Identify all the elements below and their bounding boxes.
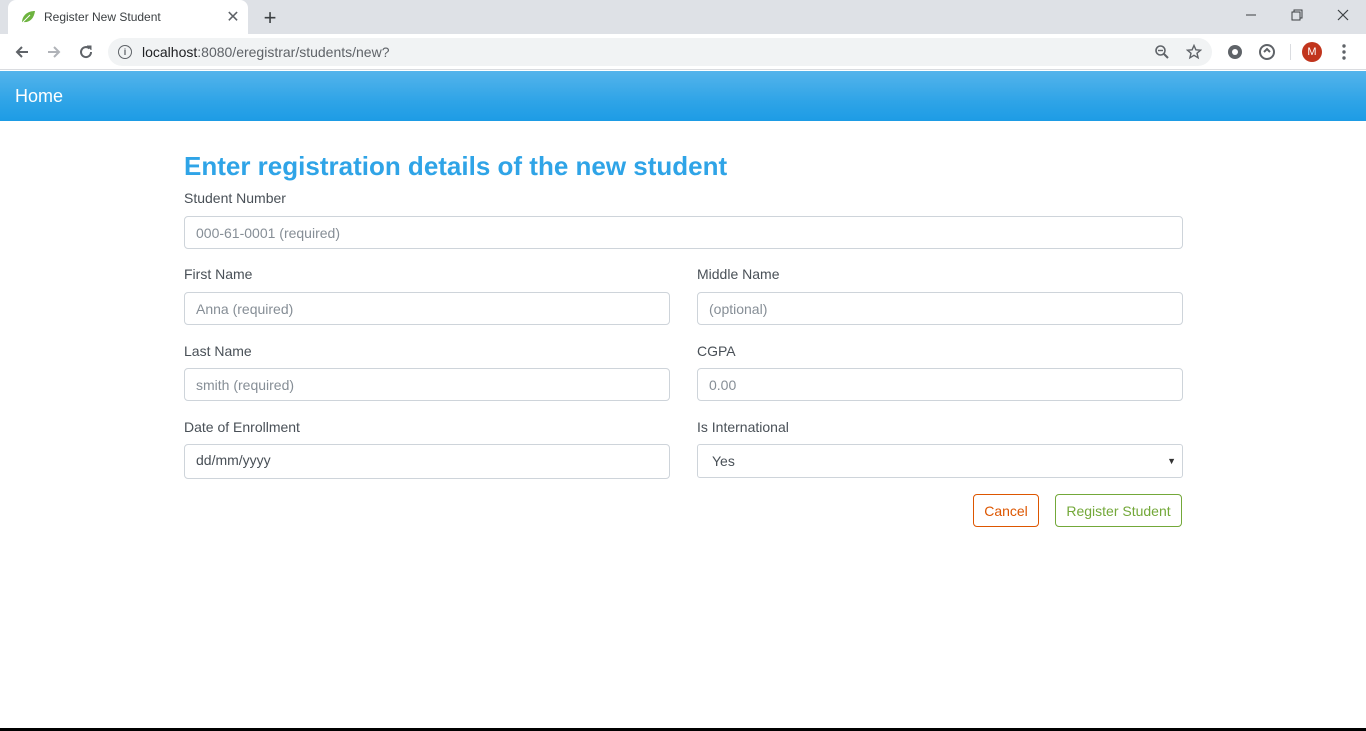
address-bar[interactable]: i localhost:8080/eregistrar/students/new…	[108, 38, 1212, 66]
browser-toolbar: i localhost:8080/eregistrar/students/new…	[0, 34, 1366, 70]
enrollment-date-label: Date of Enrollment	[184, 419, 300, 435]
cancel-button[interactable]: Cancel	[973, 494, 1039, 527]
is-international-select[interactable]: Yes ▼	[697, 444, 1183, 478]
home-link[interactable]: Home	[15, 86, 63, 107]
minimize-icon[interactable]	[1228, 0, 1274, 30]
restore-icon[interactable]	[1274, 0, 1320, 30]
sync-icon[interactable]	[1257, 42, 1277, 62]
registration-form: Enter registration details of the new st…	[184, 150, 1183, 527]
enrollment-date-input[interactable]: dd/mm/yyyy	[184, 444, 670, 479]
url-text: localhost:8080/eregistrar/students/new?	[142, 44, 390, 60]
first-name-label: First Name	[184, 266, 253, 282]
chevron-down-icon: ▼	[1167, 456, 1176, 466]
tab-title: Register New Student	[44, 10, 161, 24]
last-name-input[interactable]	[184, 368, 670, 401]
star-icon[interactable]	[1184, 42, 1204, 62]
close-tab-icon[interactable]: ✕	[224, 8, 242, 26]
close-window-icon[interactable]	[1320, 0, 1366, 30]
page-title: Enter registration details of the new st…	[184, 151, 728, 181]
browser-tabstrip: Register New Student ✕ +	[0, 0, 1366, 34]
zoom-icon[interactable]	[1152, 42, 1172, 62]
leaf-icon	[21, 11, 35, 24]
last-name-label: Last Name	[184, 343, 252, 359]
first-name-input[interactable]	[184, 292, 670, 325]
forward-icon[interactable]	[40, 38, 68, 66]
extension-icon[interactable]	[1225, 42, 1245, 62]
cgpa-input[interactable]	[697, 368, 1183, 401]
info-icon[interactable]: i	[118, 45, 132, 59]
browser-tab[interactable]: Register New Student ✕	[8, 0, 248, 34]
cgpa-label: CGPA	[697, 343, 736, 359]
toolbar-separator	[1290, 44, 1291, 60]
is-international-label: Is International	[697, 419, 789, 435]
middle-name-label: Middle Name	[697, 266, 780, 282]
profile-avatar[interactable]: M	[1302, 42, 1322, 62]
back-icon[interactable]	[8, 38, 36, 66]
menu-icon[interactable]	[1334, 42, 1354, 62]
student-number-label: Student Number	[184, 190, 286, 206]
middle-name-input[interactable]	[697, 292, 1183, 325]
new-tab-button[interactable]: +	[258, 5, 282, 30]
register-student-button[interactable]: Register Student	[1055, 494, 1182, 527]
app-navbar: Home	[0, 71, 1366, 121]
is-international-value: Yes	[712, 453, 735, 469]
student-number-input[interactable]	[184, 216, 1183, 249]
reload-icon[interactable]	[72, 38, 100, 66]
